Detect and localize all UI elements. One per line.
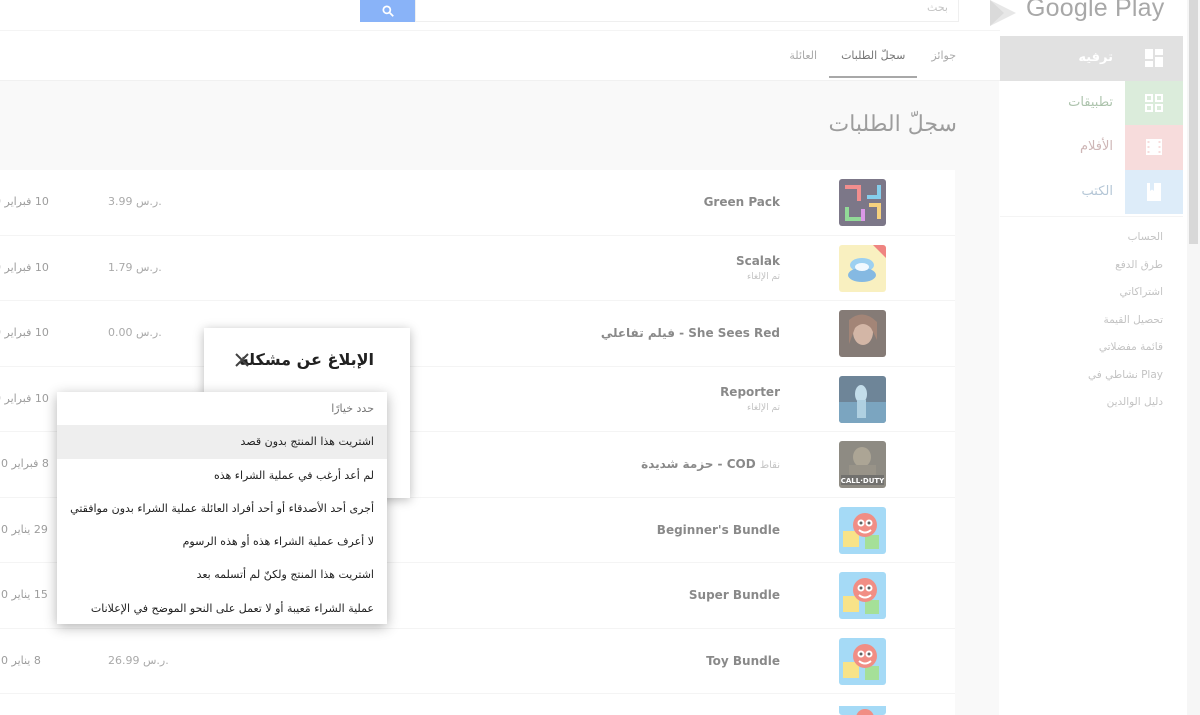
- reason-option[interactable]: أجرى أحد الأصدقاء أو أحد أفراد العائلة ع…: [57, 492, 387, 525]
- close-icon: [235, 353, 249, 367]
- reason-option[interactable]: اشتريت هذا المنتج ولكنّ لم أتسلمه بعد: [57, 558, 387, 591]
- reason-option[interactable]: لم أعد أرغب في عملية الشراء هذه: [57, 459, 387, 492]
- reason-option[interactable]: لا أعرف عملية الشراء هذه أو هذه الرسوم: [57, 525, 387, 558]
- dialog-title: الإبلاغ عن مشكلة: [239, 350, 374, 369]
- reason-dropdown: حدد خيارًا اشتريت هذا المنتج بدون قصد لم…: [57, 392, 387, 624]
- dropdown-placeholder: حدد خيارًا: [331, 402, 374, 415]
- reason-option[interactable]: عملية الشراء مَعيبة أو لا تعمل على النحو…: [57, 592, 387, 625]
- reason-option[interactable]: اشتريت هذا المنتج بدون قصد: [57, 425, 387, 459]
- close-button[interactable]: [232, 350, 252, 370]
